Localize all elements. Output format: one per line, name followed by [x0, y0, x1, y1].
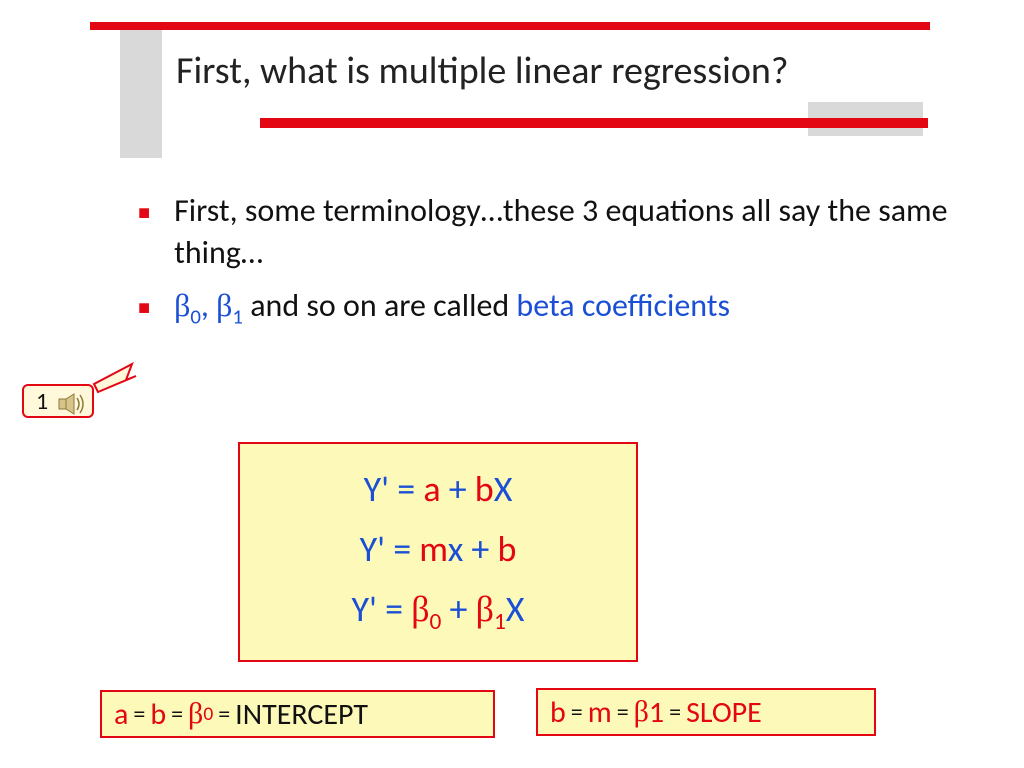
bullet-marker-icon: ■	[138, 200, 150, 226]
decor-gray-left	[120, 28, 162, 158]
equation-1: Y' = a + bX	[364, 467, 513, 511]
slope-box: b = m = β1 = SLOPE	[536, 688, 876, 736]
bullet-marker-icon: ■	[138, 295, 150, 321]
equation-3: Y' = β0 + β1X	[352, 587, 525, 636]
bullet-text: β0, β1 and so on are called beta coeffic…	[174, 285, 958, 330]
slide: H₁:μ<0 σ² = E(x − μ)² = E_i ∑ wᵢ(xᵢ(ĝ−1)…	[0, 0, 1024, 768]
bullet-list: ■ First, some terminology…these 3 equati…	[138, 190, 958, 343]
bullet-text: First, some terminology…these 3 equation…	[174, 190, 958, 273]
decor-red-mid	[260, 118, 928, 128]
intercept-box: a = b = β0 = INTERCEPT	[100, 690, 495, 738]
decor-red-top	[90, 22, 930, 30]
equation-2: Y' = mx + b	[360, 527, 517, 571]
equations-box: Y' = a + bX Y' = mx + b Y' = β0 + β1X	[238, 442, 638, 662]
bullet-item: ■ β0, β1 and so on are called beta coeff…	[138, 285, 958, 330]
slide-title: First, what is multiple linear regressio…	[176, 48, 789, 94]
callout-tail-icon	[88, 362, 138, 394]
bullet-item: ■ First, some terminology…these 3 equati…	[138, 190, 958, 273]
speaker-icon	[58, 393, 86, 415]
